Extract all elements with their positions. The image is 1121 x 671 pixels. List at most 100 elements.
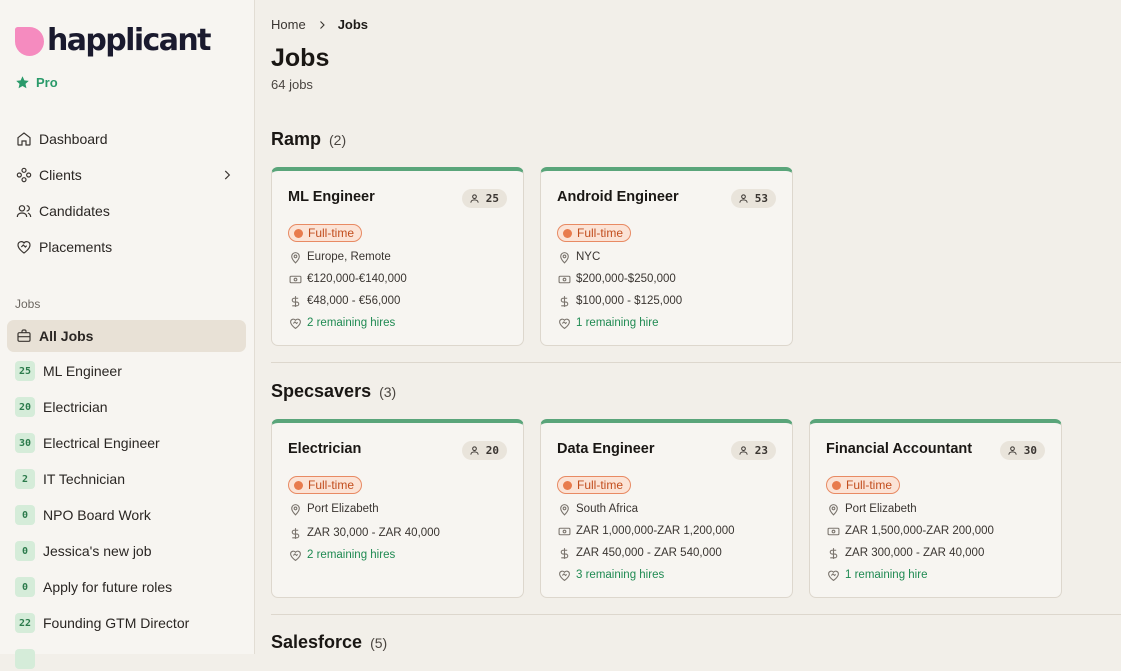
banknote-icon	[557, 524, 571, 538]
job-label: Electrician	[43, 399, 108, 415]
briefcase-icon	[15, 328, 32, 345]
job-card[interactable]: Financial Accountant 30 Full-time Port E…	[809, 419, 1062, 598]
sidebar-job-item[interactable]: 0 NPO Board Work	[15, 503, 151, 527]
job-label: IT Technician	[43, 471, 125, 487]
nav-candidates[interactable]: Candidates	[7, 195, 246, 227]
client-group-title[interactable]: Ramp (2)	[271, 129, 346, 150]
plan-badge: Pro	[15, 75, 58, 90]
group-divider	[271, 614, 1121, 615]
job-title: Electrician	[288, 441, 362, 457]
sidebar-job-item[interactable]: 0 Jessica's new job	[15, 539, 152, 563]
status-dot-icon	[294, 228, 303, 238]
client-job-count: (5)	[370, 635, 388, 651]
nav-placements[interactable]: Placements	[7, 231, 246, 263]
job-salary: ZAR 450,000 - ZAR 540,000	[557, 546, 722, 560]
heart-handshake-icon	[826, 568, 840, 582]
employment-type-badge: Full-time	[288, 476, 363, 494]
employment-type-badge: Full-time	[288, 224, 363, 242]
employment-type-badge: Full-time	[557, 476, 632, 494]
status-dot-icon	[294, 480, 303, 490]
job-label: Founding GTM Director	[43, 615, 190, 631]
candidate-count: 25	[461, 189, 507, 208]
map-pin-icon	[826, 502, 840, 516]
map-pin-icon	[557, 502, 571, 516]
job-count-badge: 0	[15, 577, 35, 597]
job-location: South Africa	[557, 502, 638, 516]
job-budget: ZAR 1,500,000-ZAR 200,000	[826, 524, 994, 538]
job-label: Jessica's new job	[43, 543, 152, 559]
user-icon	[739, 194, 748, 203]
job-location: Port Elizabeth	[826, 502, 917, 516]
chevron-right-icon	[224, 170, 231, 180]
candidate-count: 30	[999, 441, 1045, 460]
candidate-count: 20	[461, 441, 507, 460]
employment-type-badge: Full-time	[557, 224, 632, 242]
candidate-count: 53	[730, 189, 776, 208]
dollar-icon	[557, 294, 571, 308]
job-remaining-hires: 1 remaining hire	[826, 568, 927, 582]
user-icon	[470, 194, 479, 203]
employment-type-badge: Full-time	[826, 476, 901, 494]
sidebar-job-item[interactable]: 0 Apply for future roles	[15, 575, 172, 599]
dollar-icon	[557, 546, 571, 560]
job-remaining-hires: 2 remaining hires	[288, 548, 395, 562]
job-count-badge: 0	[15, 541, 35, 561]
group-divider	[271, 362, 1121, 363]
clients-icon	[15, 167, 32, 184]
sidebar: happlicant Pro Dashboard Clients Candida…	[0, 0, 255, 669]
job-title: ML Engineer	[288, 189, 375, 205]
nav-label: Placements	[39, 239, 113, 255]
nav-dashboard[interactable]: Dashboard	[7, 123, 246, 155]
heart-handshake-icon	[288, 316, 302, 330]
status-dot-icon	[563, 228, 572, 238]
plan-label: Pro	[36, 75, 58, 90]
job-location: Port Elizabeth	[288, 502, 379, 516]
client-group-title[interactable]: Salesforce (5)	[271, 632, 387, 653]
job-count-badge: 30	[15, 433, 35, 453]
job-remaining-hires: 3 remaining hires	[557, 568, 664, 582]
nav-label: All Jobs	[39, 328, 94, 344]
job-location: NYC	[557, 250, 600, 264]
logo[interactable]: happlicant	[15, 23, 211, 58]
job-card[interactable]: Electrician 20 Full-time Port Elizabeth …	[271, 419, 524, 598]
job-budget: $200,000-$250,000	[557, 272, 676, 286]
dollar-icon	[288, 294, 302, 308]
job-location: Europe, Remote	[288, 250, 391, 264]
job-count-badge: 22	[15, 613, 35, 633]
nav-label: Dashboard	[39, 131, 108, 147]
home-icon	[15, 131, 32, 148]
job-card[interactable]: ML Engineer 25 Full-time Europe, Remote …	[271, 167, 524, 346]
sidebar-job-item[interactable]: 20 Electrician	[15, 395, 108, 419]
page-title: Jobs	[271, 44, 330, 72]
nav-clients[interactable]: Clients	[7, 159, 246, 191]
sidebar-job-item[interactable]	[15, 647, 43, 671]
job-label: Apply for future roles	[43, 579, 173, 595]
candidate-count: 23	[730, 441, 776, 460]
nav-label: Clients	[39, 167, 82, 183]
sidebar-job-item[interactable]: 25 ML Engineer	[15, 359, 122, 383]
breadcrumb-home[interactable]: Home	[271, 17, 306, 32]
job-salary: €48,000 - €56,000	[288, 294, 400, 308]
job-salary: ZAR 300,000 - ZAR 40,000	[826, 546, 984, 560]
sidebar-job-item[interactable]: 30 Electrical Engineer	[15, 431, 160, 455]
logo-text: happlicant	[47, 23, 211, 58]
client-name: Ramp	[271, 129, 322, 149]
dollar-icon	[288, 526, 302, 540]
map-pin-icon	[557, 250, 571, 264]
client-group-title[interactable]: Specsavers (3)	[271, 381, 396, 402]
sidebar-job-item[interactable]: 22 Founding GTM Director	[15, 611, 189, 635]
nav-all-jobs[interactable]: All Jobs	[7, 320, 246, 352]
heart-handshake-icon	[557, 316, 571, 330]
client-name: Specsavers	[271, 381, 372, 401]
job-count-badge: 25	[15, 361, 35, 381]
sidebar-job-item[interactable]: 2 IT Technician	[15, 467, 125, 491]
heart-handshake-icon	[557, 568, 571, 582]
job-card[interactable]: Android Engineer 53 Full-time NYC $200,0…	[540, 167, 793, 346]
banknote-icon	[288, 272, 302, 286]
job-budget: ZAR 1,000,000-ZAR 1,200,000	[557, 524, 735, 538]
map-pin-icon	[288, 250, 302, 264]
job-label: ML Engineer	[43, 363, 122, 379]
job-count-badge: 0	[15, 505, 35, 525]
job-card[interactable]: Data Engineer 23 Full-time South Africa …	[540, 419, 793, 598]
nav-label: Candidates	[39, 203, 110, 219]
